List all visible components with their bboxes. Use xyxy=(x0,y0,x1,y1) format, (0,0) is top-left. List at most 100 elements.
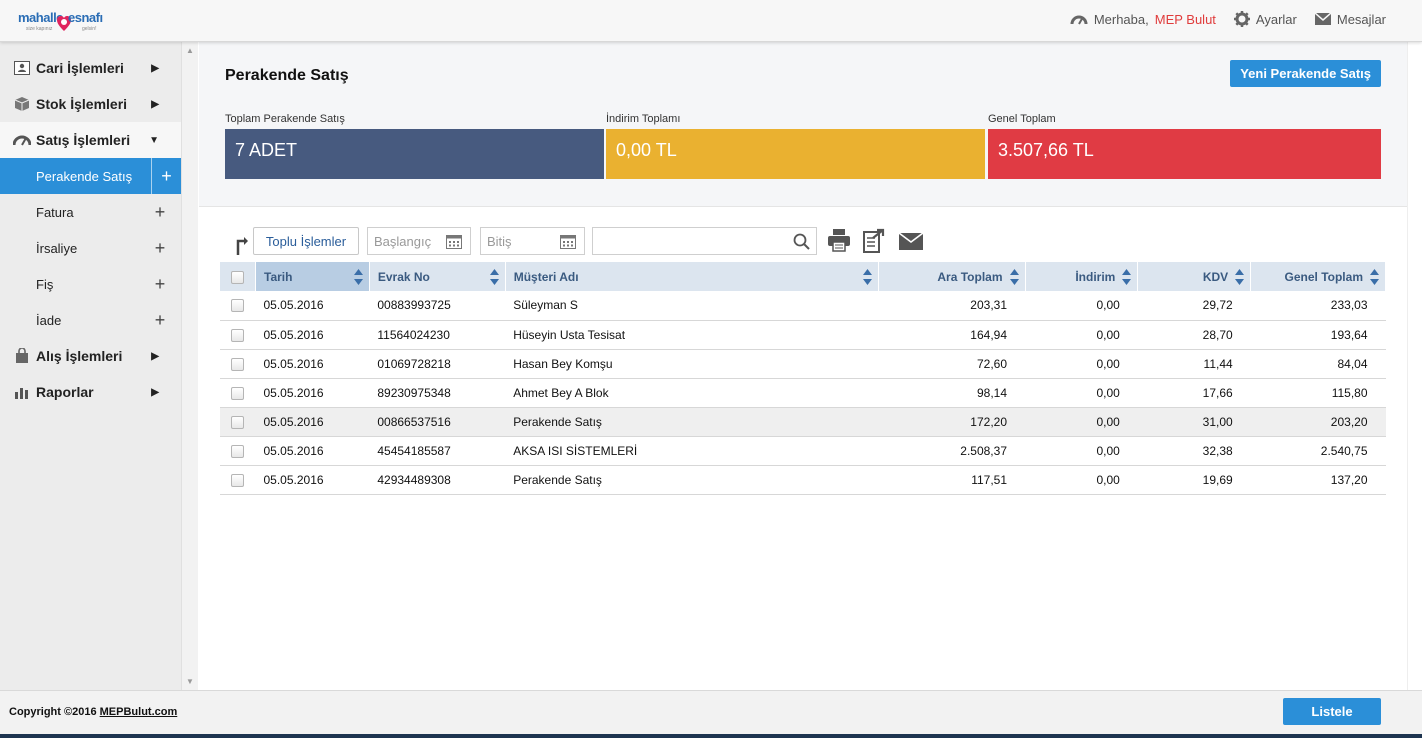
export-icon[interactable] xyxy=(863,228,887,254)
settings-link[interactable]: Ayarlar xyxy=(1233,11,1297,27)
column-header-genel-toplam[interactable]: Genel Toplam xyxy=(1250,262,1386,291)
end-date-field[interactable]: Bitiş xyxy=(480,227,585,255)
messages-link[interactable]: Mesajlar xyxy=(1314,11,1386,27)
cell-discount: 0,00 xyxy=(1025,436,1138,466)
sidebar-sub-iade[interactable]: İade + xyxy=(0,302,181,338)
scroll-down-icon[interactable]: ▼ xyxy=(186,677,194,686)
sort-icon[interactable] xyxy=(862,269,872,285)
cell-discount: 0,00 xyxy=(1025,465,1138,495)
calendar-icon[interactable] xyxy=(446,234,462,249)
table-row[interactable]: 05.05.2016 45454185587 AKSA ISI SİSTEMLE… xyxy=(220,436,1386,466)
sort-icon[interactable] xyxy=(1009,269,1019,285)
add-icon[interactable]: + xyxy=(148,266,172,302)
sidebar-item-satis[interactable]: Satış İşlemleri ▼ xyxy=(0,122,181,158)
table-row[interactable]: 05.05.2016 00883993725 Süleyman S 203,31… xyxy=(220,291,1386,321)
cell-date: 05.05.2016 xyxy=(255,465,370,495)
cell-vat: 11,44 xyxy=(1137,349,1251,379)
stat-label: İndirim Toplamı xyxy=(606,113,681,125)
sort-icon[interactable] xyxy=(1370,269,1379,285)
column-header-ara-toplam[interactable]: Ara Toplam xyxy=(878,262,1026,291)
table-row[interactable]: 05.05.2016 42934489308 Perakende Satış 1… xyxy=(220,465,1386,495)
row-checkbox[interactable] xyxy=(231,415,244,429)
stat-total-sales: 7 ADET xyxy=(225,129,604,179)
sidebar-sub-irsaliye[interactable]: İrsaliye + xyxy=(0,230,181,266)
column-header-musteri[interactable]: Müşteri Adı xyxy=(505,262,879,291)
add-icon[interactable]: + xyxy=(148,302,172,338)
logo[interactable]: mahalle esnafı size kapınız gelsin! xyxy=(18,8,118,36)
sidebar-item-alis[interactable]: Alış İşlemleri ▶ xyxy=(0,338,181,374)
print-icon[interactable] xyxy=(828,228,850,252)
settings-label: Ayarlar xyxy=(1255,11,1297,27)
row-select-cell xyxy=(220,465,256,495)
scroll-up-icon[interactable]: ▲ xyxy=(186,46,194,55)
stat-label: Genel Toplam xyxy=(988,113,1056,125)
main-scrollbar[interactable] xyxy=(1407,42,1422,690)
column-label: Tarih xyxy=(264,269,293,284)
row-checkbox[interactable] xyxy=(231,328,244,342)
row-checkbox[interactable] xyxy=(231,444,244,458)
sidebar-item-label: Raporlar xyxy=(36,384,94,400)
table-row[interactable]: 05.05.2016 00866537516 Perakende Satış 1… xyxy=(220,407,1386,437)
sales-table: Tarih Evrak No Müşteri Adı Ara Toplam İn… xyxy=(220,262,1386,495)
cell-date: 05.05.2016 xyxy=(255,407,370,437)
cell-customer: Perakende Satış xyxy=(505,407,879,437)
sidebar-item-stok[interactable]: Stok İşlemleri ▶ xyxy=(0,86,181,122)
new-retail-sale-button[interactable]: Yeni Perakende Satış xyxy=(1230,60,1381,87)
sidebar-sub-fis[interactable]: Fiş + xyxy=(0,266,181,302)
sort-icon[interactable] xyxy=(1122,269,1132,285)
cell-total: 2.540,75 xyxy=(1250,436,1386,466)
add-icon[interactable]: + xyxy=(151,158,181,194)
sort-icon[interactable] xyxy=(1235,269,1245,285)
logo-tagline: size kapınız xyxy=(26,26,53,32)
bulk-actions-button[interactable]: Toplu İşlemler xyxy=(253,227,359,255)
column-header-indirim[interactable]: İndirim xyxy=(1025,262,1139,291)
row-checkbox[interactable] xyxy=(231,386,244,400)
row-select-cell xyxy=(220,320,256,350)
sidebar-item-raporlar[interactable]: Raporlar ▶ xyxy=(0,374,181,410)
envelope-icon[interactable] xyxy=(899,233,923,250)
list-button[interactable]: Listele xyxy=(1283,698,1381,725)
cell-date: 05.05.2016 xyxy=(255,291,370,321)
search-icon[interactable] xyxy=(793,233,810,250)
cell-doc-no: 42934489308 xyxy=(369,465,506,495)
row-checkbox[interactable] xyxy=(231,357,244,371)
calendar-icon[interactable] xyxy=(560,234,576,249)
sort-icon[interactable] xyxy=(489,269,499,285)
cell-date: 05.05.2016 xyxy=(255,378,370,408)
select-all-checkbox[interactable] xyxy=(231,270,244,284)
sidebar-sub-fatura[interactable]: Fatura + xyxy=(0,194,181,230)
messages-label: Mesajlar xyxy=(1336,11,1386,27)
cell-customer: Hasan Bey Komşu xyxy=(505,349,879,379)
user-greeting[interactable]: Merhaba, MEP Bulut xyxy=(1070,12,1216,27)
cell-total: 193,64 xyxy=(1250,320,1386,350)
search-input[interactable] xyxy=(592,227,817,255)
column-label: KDV xyxy=(1202,269,1229,284)
table-row[interactable]: 05.05.2016 11564024230 Hüseyin Usta Tesi… xyxy=(220,320,1386,350)
sidebar-sub-perakende[interactable]: Perakende Satış + xyxy=(0,158,181,194)
speedometer-icon xyxy=(1070,15,1088,25)
cell-doc-no: 00883993725 xyxy=(369,291,506,321)
start-date-field[interactable]: Başlangıç xyxy=(367,227,471,255)
row-checkbox[interactable] xyxy=(231,473,244,487)
column-header-evrak[interactable]: Evrak No xyxy=(369,262,506,291)
copyright-text: Copyright ©2016 xyxy=(9,706,97,718)
sidebar-scrollbar[interactable]: ▲ ▼ xyxy=(181,42,198,690)
mepbulut-link[interactable]: MEPBulut.com xyxy=(100,706,178,718)
row-select-cell xyxy=(220,378,256,408)
table-row[interactable]: 05.05.2016 89230975348 Ahmet Bey A Blok … xyxy=(220,378,1386,408)
column-label: Ara Toplam xyxy=(937,269,1003,284)
cell-total: 84,04 xyxy=(1250,349,1386,379)
select-all-cell xyxy=(220,262,256,291)
sort-icon[interactable] xyxy=(353,269,363,285)
add-icon[interactable]: + xyxy=(148,230,172,266)
table-row[interactable]: 05.05.2016 01069728218 Hasan Bey Komşu 7… xyxy=(220,349,1386,379)
logo-tagline: gelsin! xyxy=(82,26,97,32)
sidebar-item-label: Stok İşlemleri xyxy=(36,96,128,112)
row-checkbox[interactable] xyxy=(231,299,244,313)
add-icon[interactable]: + xyxy=(148,194,172,230)
cell-subtotal: 72,60 xyxy=(878,349,1025,379)
cell-vat: 31,00 xyxy=(1137,407,1251,437)
column-header-kdv[interactable]: KDV xyxy=(1137,262,1252,291)
column-header-tarih[interactable]: Tarih xyxy=(255,262,370,291)
sidebar-item-cari[interactable]: Cari İşlemleri ▶ xyxy=(0,50,181,86)
